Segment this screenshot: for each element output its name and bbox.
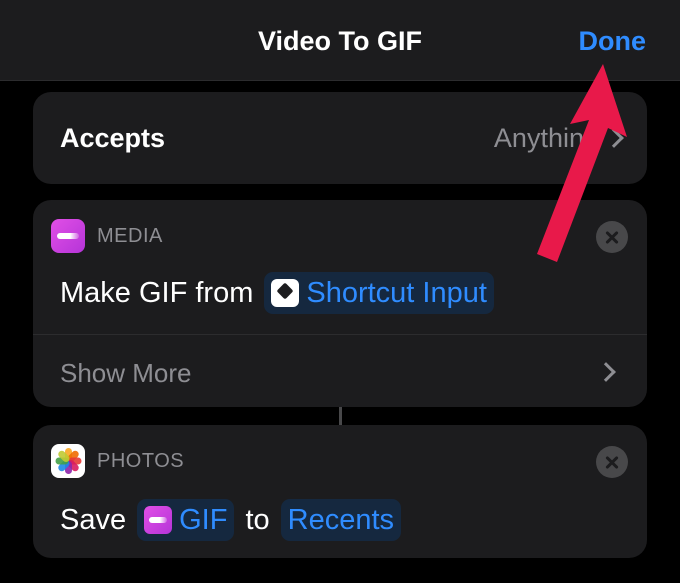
navigation-bar: Video To GIF Done (0, 0, 680, 81)
action-connector (339, 407, 342, 425)
token-label: Shortcut Input (306, 276, 487, 309)
album-token[interactable]: Recents (280, 499, 402, 541)
accepts-value: Anything (493, 123, 624, 154)
action-category: MEDIA (97, 225, 163, 247)
shortcut-icon (271, 279, 300, 307)
action-sentence: Make GIF from Shortcut Input (60, 270, 499, 316)
photos-icon (51, 444, 85, 478)
action-category: PHOTOS (97, 450, 185, 472)
action-text-to: to (245, 503, 270, 536)
action-card-save-photos: PHOTOS Save GIF to Recents (33, 425, 647, 558)
token-label: GIF (179, 503, 228, 536)
shortcut-editor-screen: Video To GIF Done Accepts Anything MEDIA… (0, 0, 680, 583)
accepts-row[interactable]: Accepts Anything (33, 92, 647, 184)
show-more-button[interactable]: Show More (33, 335, 647, 407)
done-button[interactable]: Done (579, 26, 647, 57)
action-card-make-gif: MEDIA Make GIF from Shortcut Input Show … (33, 200, 647, 407)
accepts-label: Accepts (60, 123, 166, 153)
chevron-right-icon (604, 127, 624, 148)
media-icon (144, 506, 173, 534)
media-icon (51, 219, 85, 253)
token-label: Recents (287, 503, 395, 536)
gif-variable-token[interactable]: GIF (137, 499, 235, 541)
show-more-label: Show More (60, 358, 192, 388)
action-sentence: Save GIF to Recents (60, 497, 406, 543)
action-text-save: Save (60, 503, 127, 536)
remove-action-button[interactable] (596, 221, 628, 253)
action-text: Make GIF from (60, 276, 254, 309)
shortcut-input-token[interactable]: Shortcut Input (264, 272, 494, 314)
chevron-right-icon (596, 362, 616, 382)
accepts-value-text: Anything (493, 123, 599, 153)
remove-action-button[interactable] (596, 446, 628, 478)
